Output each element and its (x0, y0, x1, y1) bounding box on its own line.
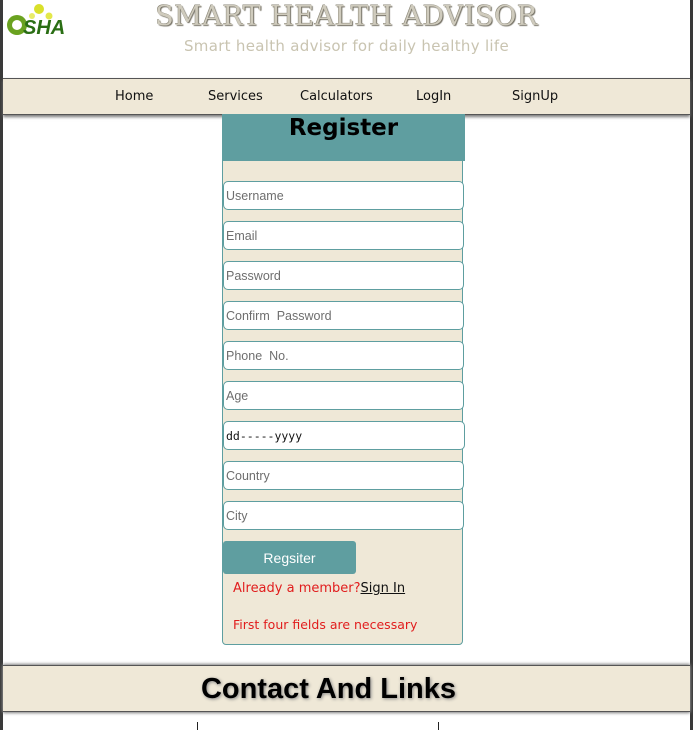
register-header: Register (222, 114, 465, 161)
nav-item-home[interactable]: Home (115, 89, 153, 104)
site-subtitle: Smart health advisor for daily healthy l… (183, 37, 510, 55)
age-input[interactable] (223, 381, 464, 410)
member-text: Already a member? (233, 581, 361, 596)
phone-input[interactable] (223, 341, 464, 370)
required-fields-note: First four fields are necessary (233, 617, 418, 632)
confirm-password-input[interactable] (223, 301, 464, 330)
nav-item-login[interactable]: LogIn (416, 89, 451, 104)
site-title: SMART HEALTH ADVISOR (155, 1, 538, 32)
register-panel: Register Regsiter Already a member?Sign … (222, 114, 465, 645)
date-of-birth-input[interactable] (223, 421, 465, 450)
nav-item-signup[interactable]: SignUp (512, 89, 558, 104)
main-nav: Home Services Calculators LogIn SignUp (3, 78, 690, 115)
nav-item-calculators[interactable]: Calculators (300, 89, 373, 104)
register-button[interactable]: Regsiter (223, 541, 356, 574)
nav-item-services[interactable]: Services (208, 89, 263, 104)
password-input[interactable] (223, 261, 464, 290)
footer-title: Contact And Links (200, 673, 457, 705)
country-input[interactable] (223, 461, 464, 490)
register-title: Register (288, 115, 399, 141)
city-input[interactable] (223, 501, 464, 530)
footer-divider-right (438, 722, 439, 730)
member-prompt: Already a member?Sign In (233, 581, 405, 596)
sign-in-link[interactable]: Sign In (361, 581, 406, 596)
email-input[interactable] (223, 221, 464, 250)
footer-divider-left (197, 722, 198, 730)
username-input[interactable] (223, 181, 464, 210)
footer-bar: Contact And Links (3, 665, 690, 712)
